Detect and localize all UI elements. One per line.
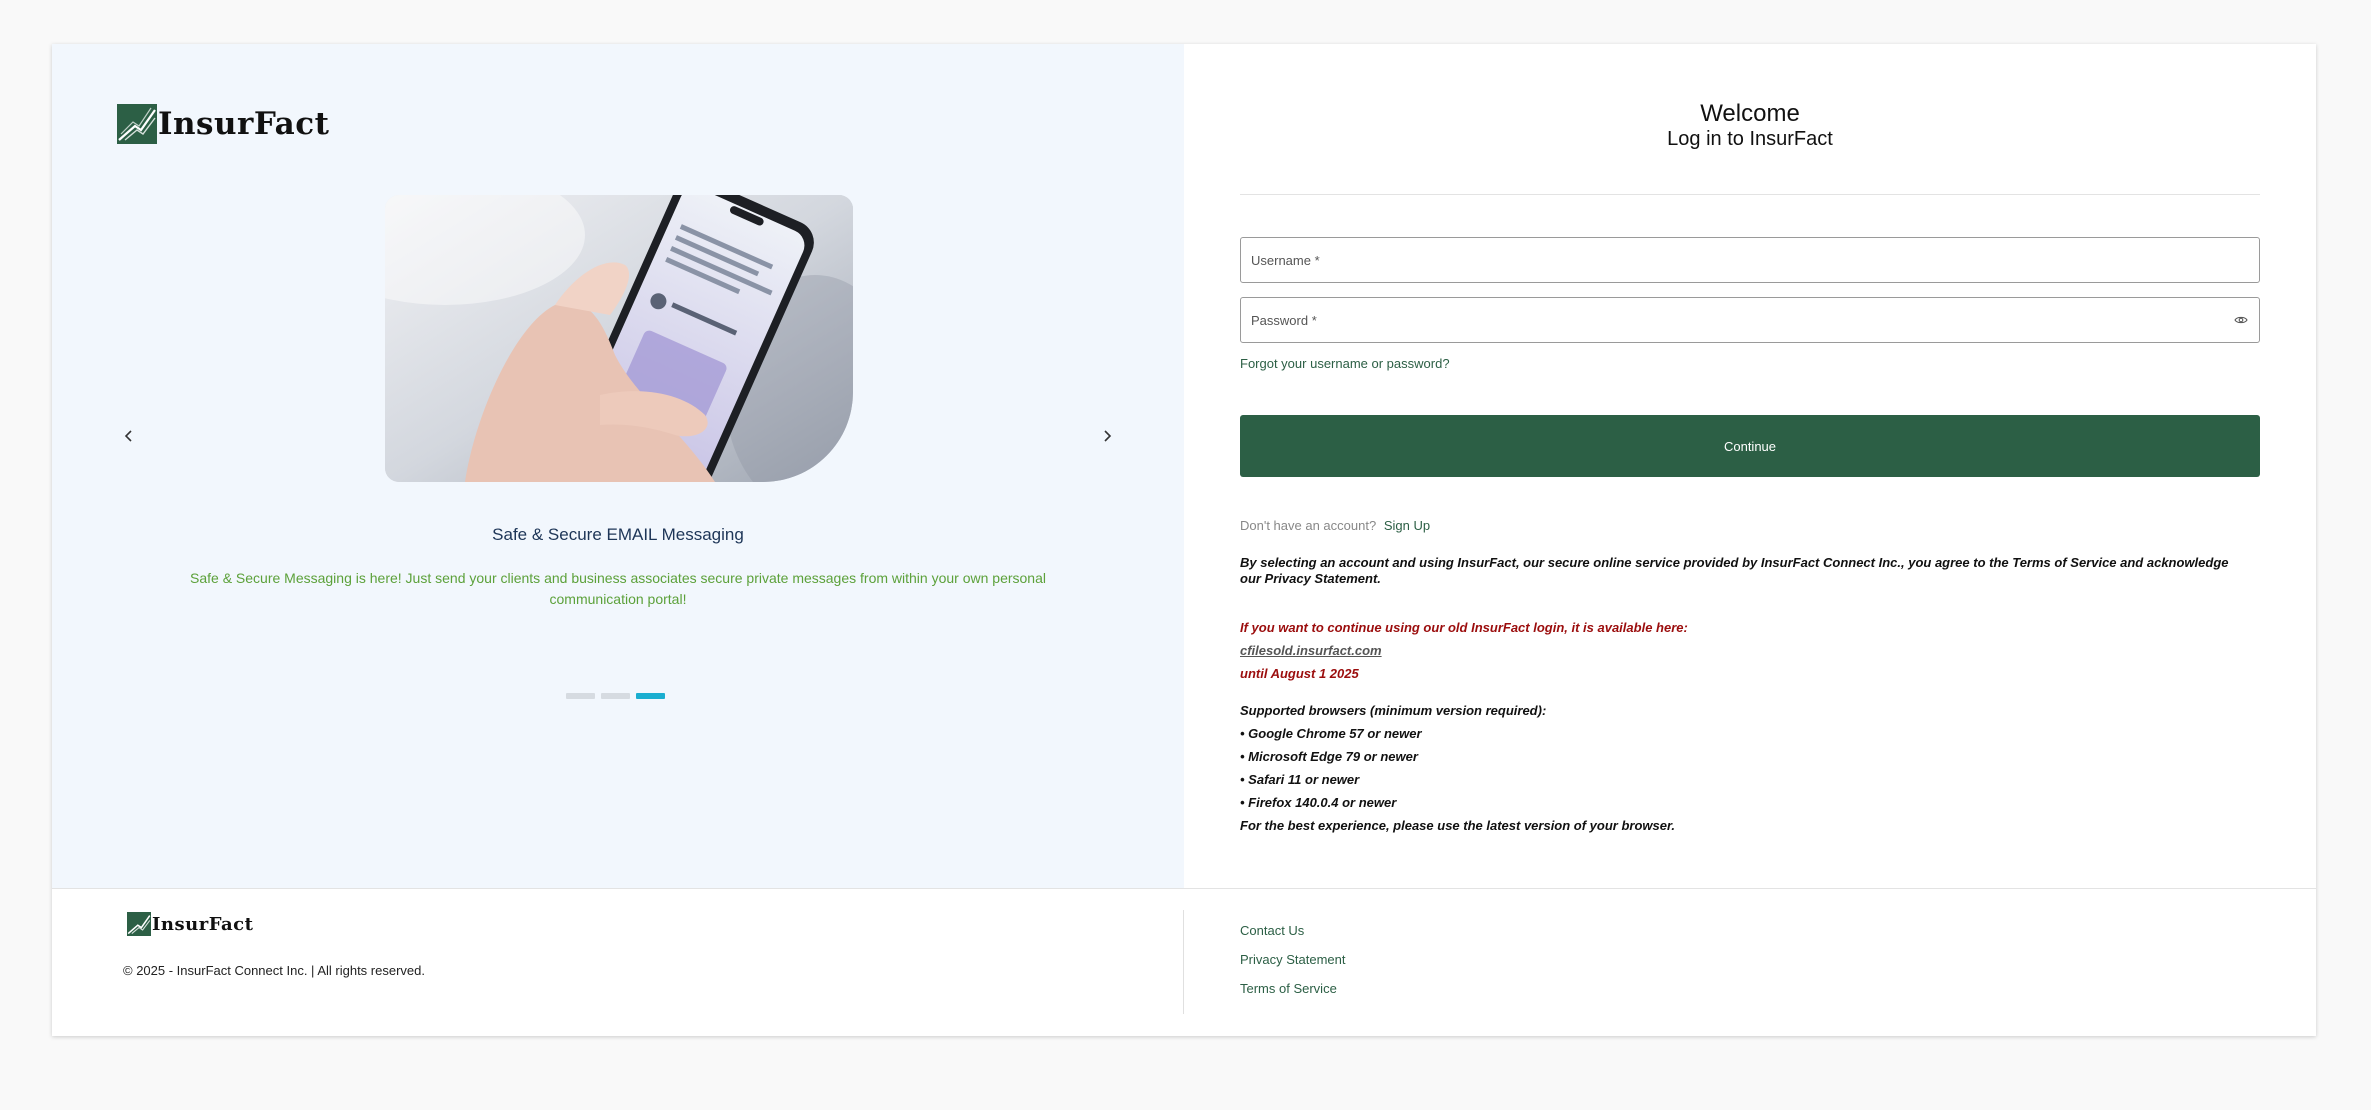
forgot-credentials-link[interactable]: Forgot your username or password? <box>1240 356 1450 371</box>
footer-logo-mark <box>127 912 151 936</box>
old-login-link-row: cfilesold.insurfact.com <box>1240 643 1382 658</box>
browser-item: • Google Chrome 57 or newer <box>1240 726 1422 741</box>
username-field[interactable] <box>1240 237 2260 283</box>
carousel-dot-3[interactable] <box>636 693 665 699</box>
promo-panel: InsurFact Safe & Secure EMAIL Messaging … <box>52 44 1184 888</box>
header-divider <box>1240 194 2260 195</box>
footer-divider <box>52 888 2316 889</box>
old-login-link[interactable]: cfilesold.insurfact.com <box>1240 643 1382 658</box>
password-input[interactable] <box>1251 312 2233 328</box>
carousel-image <box>385 195 853 482</box>
footer-logo-text: InsurFact <box>152 913 254 935</box>
contact-us-link[interactable]: Contact Us <box>1240 923 1346 938</box>
login-panel: Welcome Log in to InsurFact Forgot your … <box>1184 44 2316 888</box>
signup-link[interactable]: Sign Up <box>1384 518 1430 533</box>
carousel-dot-2[interactable] <box>601 693 630 699</box>
carousel-indicators <box>566 693 665 699</box>
continue-button[interactable]: Continue <box>1240 415 2260 477</box>
signup-prompt: Don't have an account? <box>1240 518 1377 533</box>
welcome-heading: Welcome <box>1700 100 1800 127</box>
slide-description: Safe & Secure Messaging is here! Just se… <box>190 570 1046 607</box>
carousel-next-button[interactable] <box>1092 421 1122 451</box>
footer-links: Contact Us Privacy Statement Terms of Se… <box>1240 923 1346 996</box>
footer-logo: InsurFact <box>127 912 253 936</box>
carousel-prev-button[interactable] <box>114 421 144 451</box>
show-password-icon[interactable] <box>2233 312 2249 328</box>
terms-agreement: By selecting an account and using InsurF… <box>1240 555 2229 586</box>
username-input[interactable] <box>1251 252 2249 268</box>
privacy-statement-link[interactable]: Privacy Statement <box>1240 952 1346 967</box>
browser-item: • Microsoft Edge 79 or newer <box>1240 749 1418 764</box>
old-login-until: until August 1 2025 <box>1240 666 1359 681</box>
footer-vertical-divider <box>1183 910 1184 1014</box>
slide-title: Safe & Secure EMAIL Messaging <box>492 525 744 544</box>
login-subtitle: Log in to InsurFact <box>1667 128 1833 150</box>
insurfact-logo: InsurFact <box>117 104 329 144</box>
signup-line: Don't have an account? Sign Up <box>1240 518 1430 533</box>
browser-item: • Firefox 140.0.4 or newer <box>1240 795 1397 810</box>
terms-of-service-link[interactable]: Terms of Service <box>1240 981 1346 996</box>
chevron-right-icon <box>1104 430 1112 442</box>
browsers-heading: Supported browsers (minimum version requ… <box>1240 703 1547 718</box>
browser-item: • Safari 11 or newer <box>1240 772 1360 787</box>
browsers-footer: For the best experience, please use the … <box>1240 818 1675 833</box>
password-field[interactable] <box>1240 297 2260 343</box>
supported-browsers: Supported browsers (minimum version requ… <box>1240 699 1675 837</box>
carousel-dot-1[interactable] <box>566 693 595 699</box>
chevron-left-icon <box>124 430 132 442</box>
login-card: InsurFact Safe & Secure EMAIL Messaging … <box>52 44 2316 1036</box>
insurfact-logo-text: InsurFact <box>158 106 330 142</box>
copyright-text: © 2025 - InsurFact Connect Inc. | All ri… <box>123 963 425 978</box>
old-login-notice: If you want to continue using our old In… <box>1240 620 1688 635</box>
insurfact-logo-mark <box>117 104 157 144</box>
